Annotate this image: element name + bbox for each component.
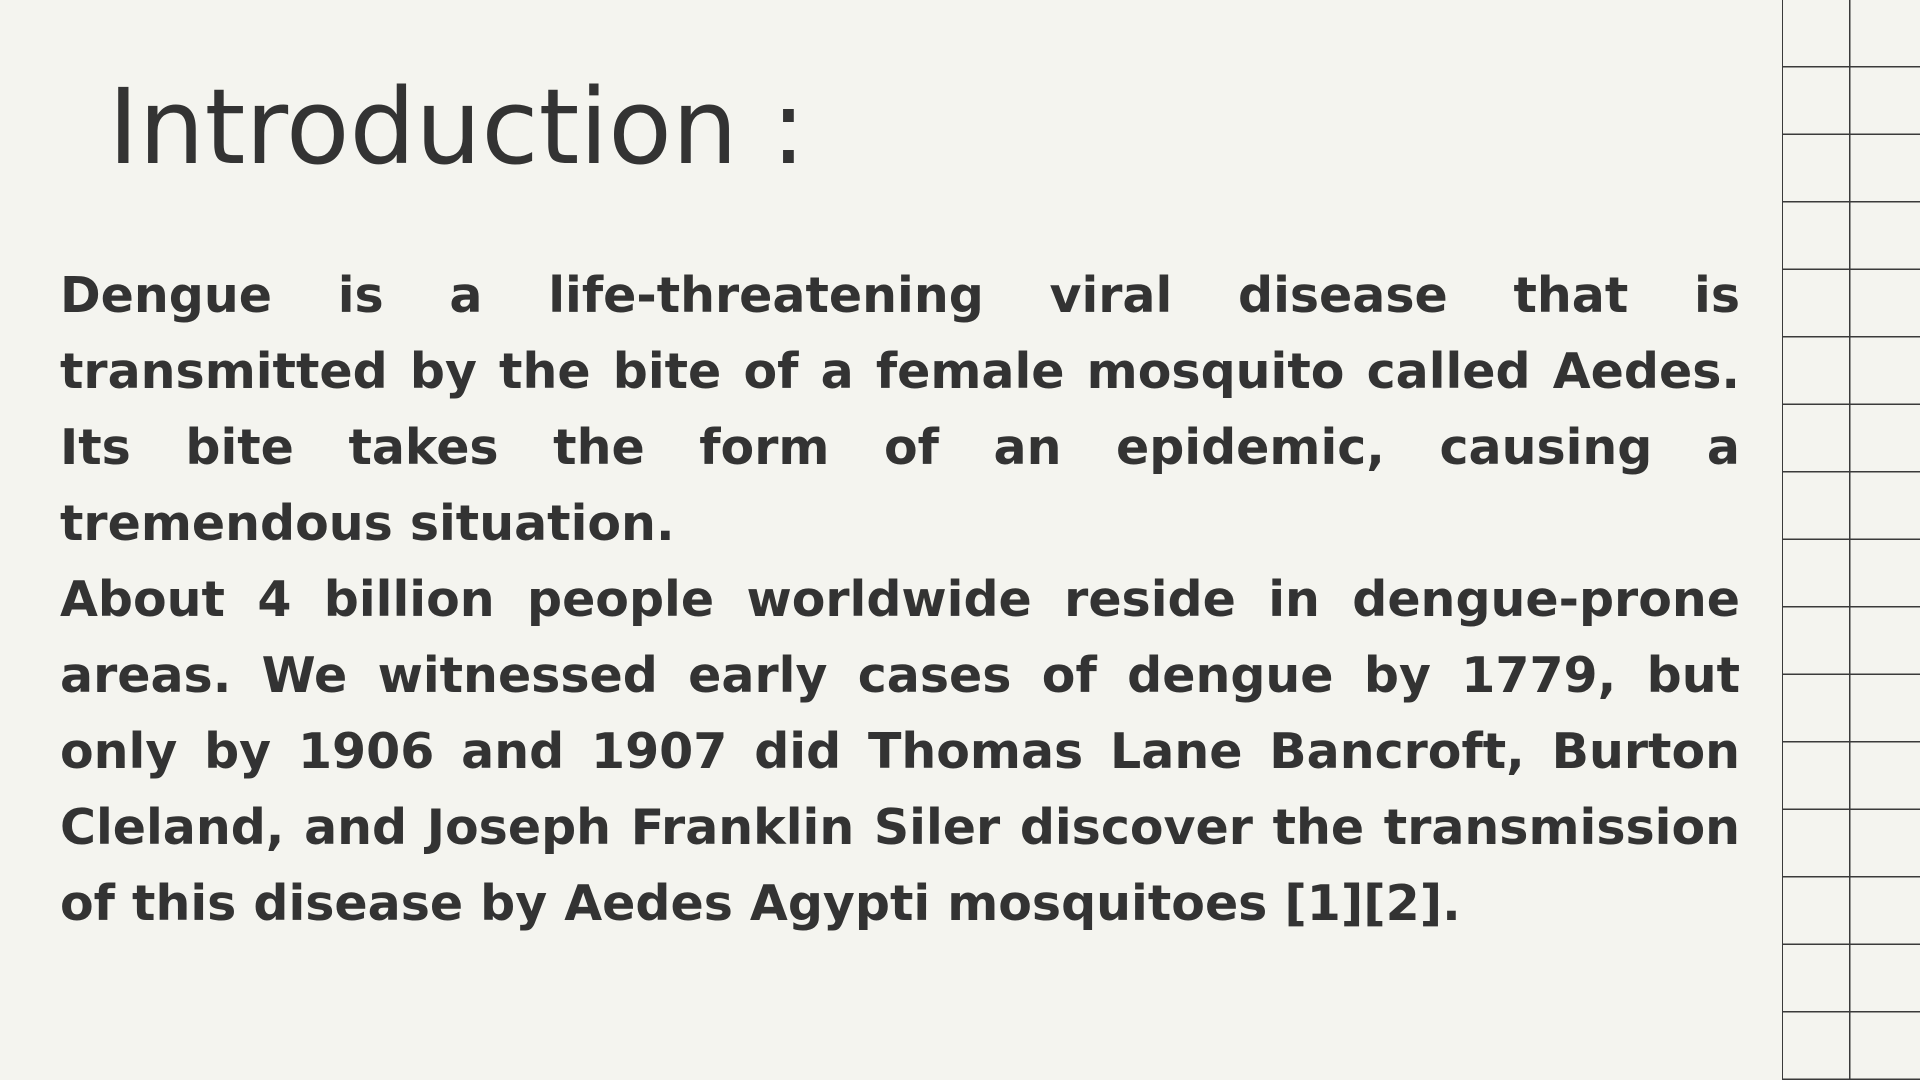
intro-paragraph-1: Dengue is a life-threatening viral disea… xyxy=(60,267,1740,552)
decorative-grid xyxy=(1782,0,1920,1080)
slide-title: Introduction : xyxy=(108,66,806,188)
slide: Introduction : Dengue is a life-threaten… xyxy=(0,0,1920,1080)
intro-paragraph-2: About 4 billion people worldwide reside … xyxy=(60,571,1740,932)
